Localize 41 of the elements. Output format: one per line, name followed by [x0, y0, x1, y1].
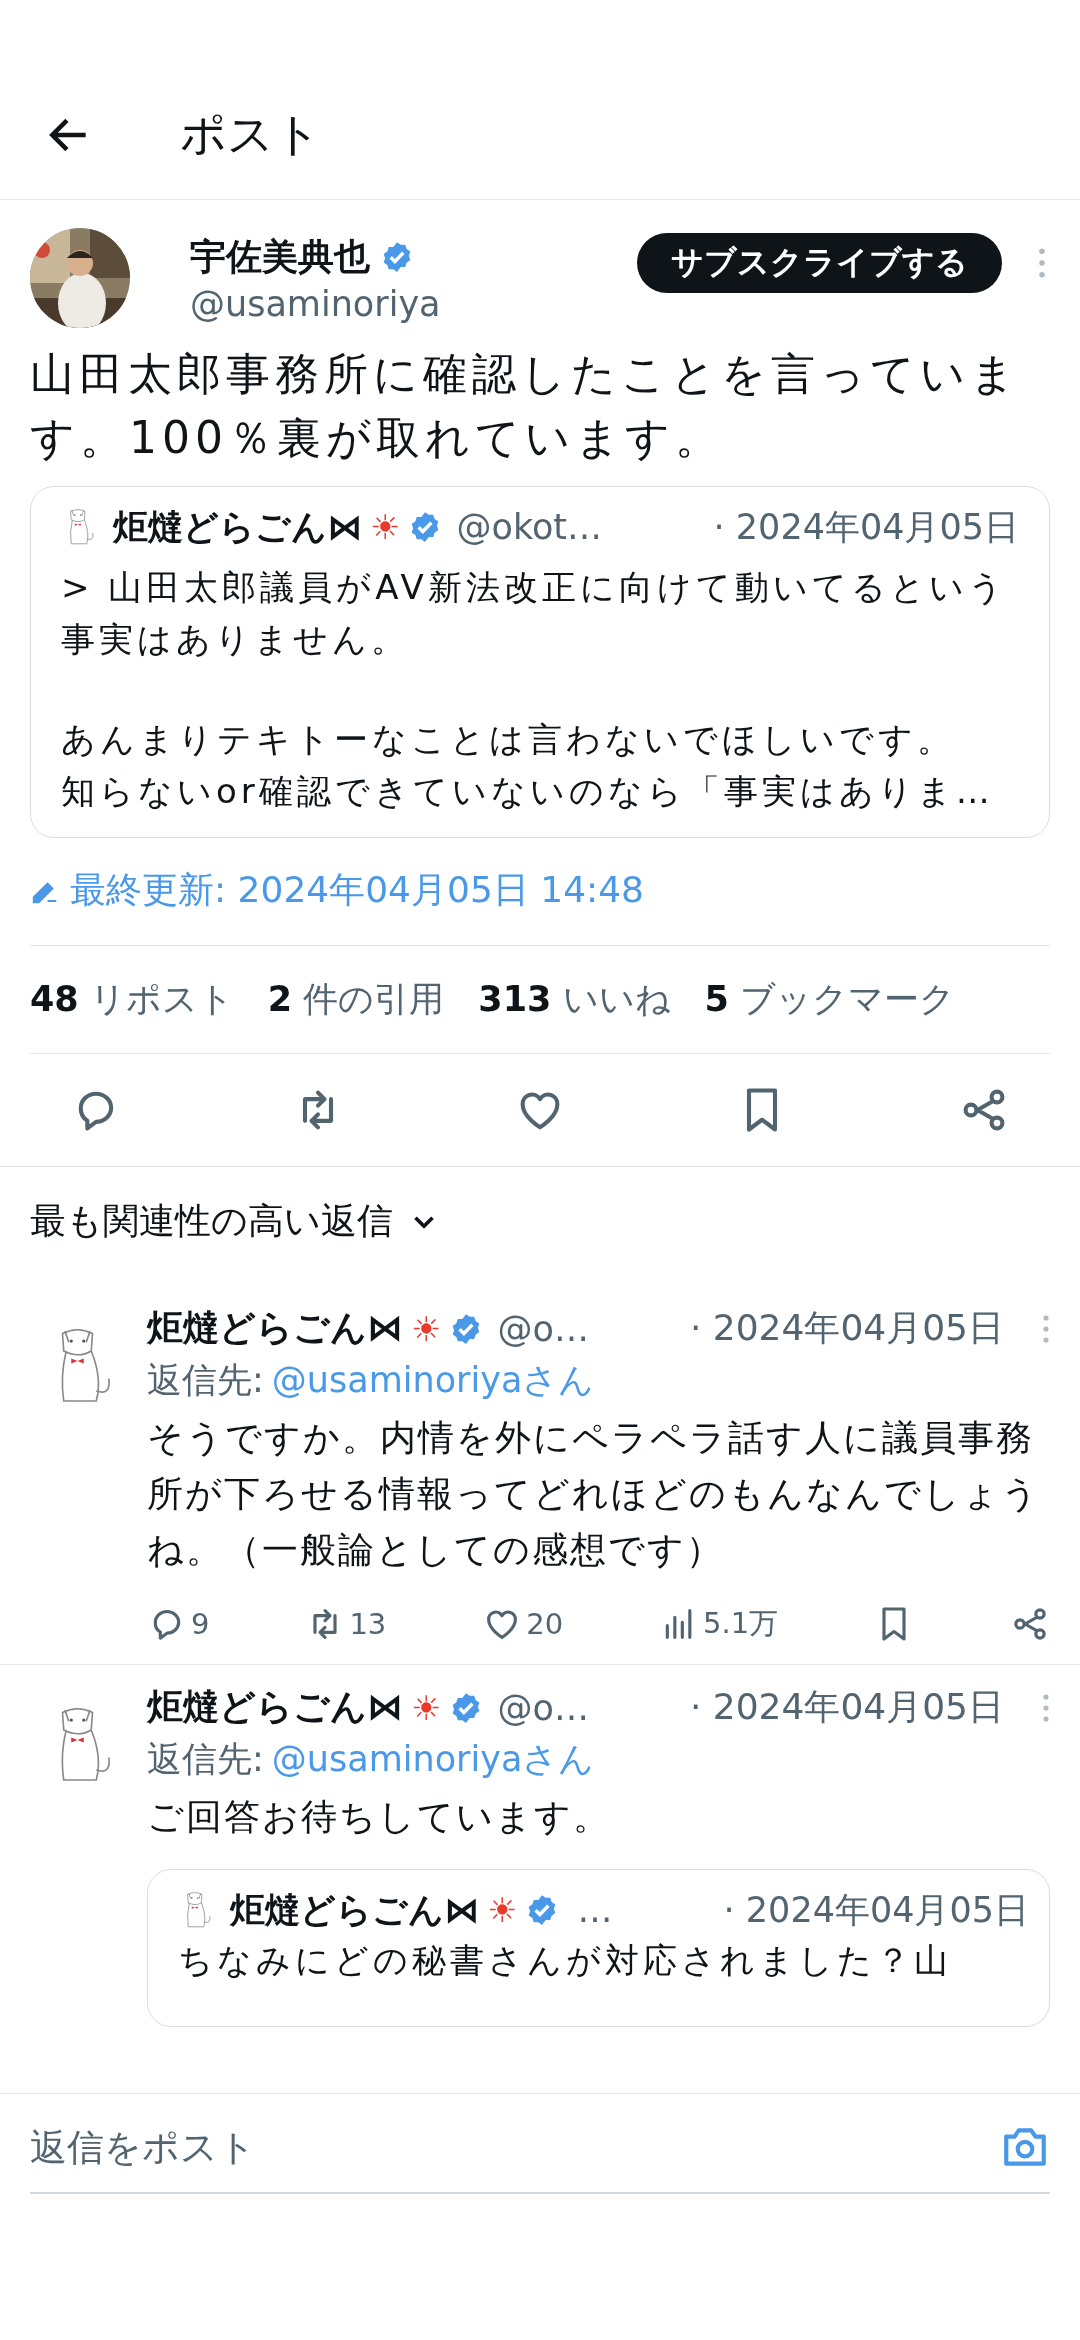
reply-author-name[interactable]: 炬燵どらごん⋈ [147, 1304, 403, 1353]
action-count: 13 [349, 1607, 387, 1641]
reply-date: · 2024年04月05日 [689, 1685, 1004, 1729]
post-date: · 2024年04月05日 [713, 505, 1019, 549]
action-count: 5.1万 [703, 1605, 779, 1642]
reply-author-name[interactable]: 炬燵どらごん⋈ [147, 1683, 403, 1732]
reply-text: ご回答お待ちしています。 [147, 1795, 612, 1839]
quoted-text: ちなみにどの秘書さんが対応されました？山 [178, 1939, 953, 1982]
quoted-author-name: 炬燵どらごん⋈ [113, 505, 362, 549]
quoted-text-line: 知らないor確認できていないのなら「事実はありま… [61, 770, 995, 813]
subscribe-button[interactable]: サブスクライブする [637, 233, 1002, 293]
page-title: ポスト [180, 105, 321, 163]
post-text: 山田太郎事務所に確認したことを言っています。100％裏が取れています。 [30, 347, 1021, 465]
reply-date: · 2024年04月05日 [689, 1306, 1004, 1350]
author-name[interactable]: 宇佐美典也 [190, 232, 370, 282]
sun-emoji: ☀ [411, 1687, 442, 1728]
sun-emoji: ☀ [370, 507, 401, 547]
replying-to-label: 返信先: [147, 1360, 264, 1400]
replying-to-label: 返信先: [147, 1739, 264, 1779]
reply-author-handle[interactable]: @o… [497, 1308, 589, 1349]
quoted-post-card[interactable]: 炬燵どらごん⋈ ☀ @okot… · 2024年04月05日 > 山田太郎議員がAV新法改正に向けて動いてるという事実はありません。 あんまりテキトーなことは言わないでほしいです。 知らないor確認できていないのなら「事実はありま… [30, 486, 1050, 838]
reply-author-handle[interactable]: @o… [497, 1687, 589, 1728]
author-handle[interactable]: @usaminoriya [190, 283, 637, 324]
quoted-author-handle: @okot… [456, 507, 603, 547]
quoted-post-card[interactable]: 炬燵どらごん⋈ ☀ … · 2024年04月05日 ちなみにどの秘書さんが対応されました？山 [147, 1869, 1050, 2027]
quoted-text-line: > 山田太郎議員がAV新法改正に向けて動いてるという事実はありません。 [61, 566, 1008, 661]
post-date: · 2024年04月05日 [723, 1888, 1029, 1932]
action-count: 9 [191, 1607, 210, 1641]
action-count: 20 [526, 1607, 564, 1641]
quoted-author-name: 炬燵どらごん⋈ [230, 1888, 479, 1932]
engagement-stat[interactable]: 48 リポスト [30, 976, 234, 1023]
sun-emoji: ☀ [411, 1308, 442, 1349]
engagement-stat[interactable]: 313 いいね [478, 976, 671, 1023]
reply-text: そうですか。内情を外にペラペラ話す人に議員事務所が下ろせる情報ってどれほどのもんなんでしょうね。（一般論としての感想です） [147, 1416, 1041, 1572]
sun-emoji: ☀ [487, 1890, 518, 1930]
reply-sort-dropdown[interactable]: 最も関連性の高い返信 [30, 1197, 393, 1246]
engagement-stat[interactable]: 5 ブックマーク [704, 976, 956, 1023]
quoted-text-line: あんまりテキトーなことは言わないでほしいです。 [61, 718, 956, 761]
engagement-stat[interactable]: 2 件の引用 [267, 976, 445, 1023]
reply-input-field[interactable]: 返信をポスト [30, 2125, 1000, 2169]
quoted-author-handle: … [577, 1890, 613, 1930]
